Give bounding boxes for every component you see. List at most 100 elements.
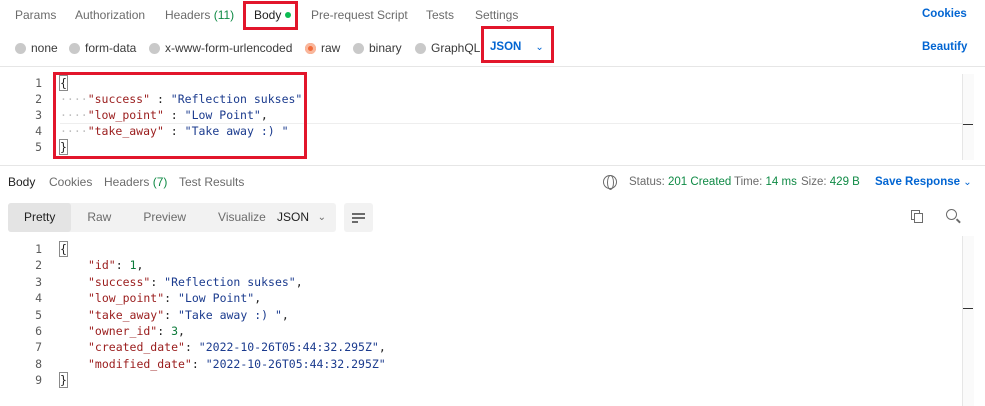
wrap-lines-button[interactable] — [344, 203, 373, 232]
divider — [0, 165, 985, 166]
json-key: "owner_id" — [88, 324, 158, 338]
open-brace: { — [59, 241, 68, 257]
radio-none-circle — [15, 42, 26, 54]
json-separator: : — [164, 307, 179, 322]
save-response-label: Save Response — [875, 176, 961, 188]
code-line: } — [59, 372, 68, 389]
radio-binary-circle — [353, 42, 364, 54]
save-response-button[interactable]: Save Response ⌄ — [875, 176, 972, 188]
json-separator: : — [157, 324, 172, 338]
chevron-down-icon: ⌄ — [317, 212, 326, 223]
json-comma: , — [295, 274, 303, 289]
tab-authorization[interactable]: Authorization — [75, 8, 145, 22]
tab-headers-count: (11) — [213, 8, 235, 22]
response-time: Time: 14 ms — [734, 176, 797, 188]
json-separator: : — [164, 291, 179, 306]
line-number: 5 — [35, 140, 42, 154]
json-key: "id" — [88, 258, 116, 273]
line-number: 4 — [35, 124, 42, 138]
response-tab-cookies[interactable]: Cookies — [49, 175, 92, 189]
json-comma: , — [254, 291, 262, 306]
response-tab-test-results[interactable]: Test Results — [179, 175, 244, 189]
beautify-button[interactable]: Beautify — [922, 41, 967, 53]
cookies-link[interactable]: Cookies — [922, 8, 967, 20]
json-value: "Low Point" — [178, 291, 255, 306]
response-tab-headers[interactable]: Headers (7) — [104, 175, 167, 189]
radio-form-data[interactable]: form-data — [69, 41, 136, 55]
time-value: 14 ms — [765, 176, 797, 188]
scroll-position-marker — [963, 124, 973, 125]
json-value: "2022-10-26T05:44:32.295Z" — [198, 340, 379, 355]
json-value: "Take away :) " — [178, 307, 282, 322]
code-line: "success": "Reflection sukses", — [88, 275, 303, 289]
json-key: "created_date" — [88, 340, 185, 355]
copy-icon[interactable] — [911, 210, 923, 223]
tab-headers-label: Headers — [165, 8, 211, 22]
editor-scrollbar[interactable] — [962, 74, 974, 160]
radio-form-data-label: form-data — [85, 41, 137, 55]
view-mode-raw[interactable]: Raw — [71, 203, 127, 232]
code-line: "id": 1, — [88, 258, 143, 272]
response-tab-headers-count: (7) — [152, 175, 168, 189]
radio-graphql[interactable]: GraphQL — [415, 41, 480, 55]
line-number: 9 — [35, 373, 42, 388]
scroll-position-marker — [963, 308, 973, 309]
json-key: "low_point" — [88, 291, 165, 306]
radio-raw-label: raw — [321, 41, 341, 55]
tab-settings[interactable]: Settings — [475, 8, 518, 22]
view-mode-selector: Pretty Raw Preview Visualize — [8, 203, 282, 232]
json-comma: , — [136, 258, 144, 273]
response-status: Status: 201 Created — [629, 176, 731, 188]
radio-binary-label: binary — [369, 41, 402, 55]
tab-headers[interactable]: Headers (11) — [165, 8, 234, 22]
json-value: "2022-10-26T05:44:32.295Z" — [205, 356, 386, 371]
json-comma: , — [178, 324, 185, 338]
status-label: Status: — [629, 176, 665, 188]
code-line: "created_date": "2022-10-26T05:44:32.295… — [88, 340, 386, 354]
line-number: 4 — [35, 291, 42, 306]
search-icon[interactable] — [946, 209, 957, 220]
line-number: 6 — [35, 324, 42, 338]
line-number: 5 — [35, 307, 42, 322]
line-number: 3 — [35, 274, 42, 289]
view-mode-preview[interactable]: Preview — [127, 203, 202, 232]
response-scrollbar[interactable] — [962, 236, 974, 406]
json-value: 3 — [171, 324, 179, 338]
code-line: { — [59, 241, 68, 257]
tab-prerequest-script[interactable]: Pre-request Script — [311, 8, 408, 22]
status-value: 201 Created — [668, 176, 732, 188]
chevron-down-icon: ⌄ — [963, 177, 972, 188]
radio-raw[interactable]: raw — [305, 41, 340, 55]
radio-urlencoded-label: x-www-form-urlencoded — [165, 41, 293, 55]
response-body-viewer[interactable]: 1 2 3 4 5 6 7 8 9 { "id": 1, "success": … — [0, 236, 985, 406]
highlight-box-request-body — [53, 72, 307, 159]
radio-graphql-label: GraphQL — [431, 41, 481, 55]
line-number: 2 — [35, 92, 42, 106]
line-number: 3 — [35, 108, 42, 122]
view-mode-pretty[interactable]: Pretty — [8, 203, 72, 232]
response-size: Size: 429 B — [801, 176, 860, 188]
json-key: "take_away" — [88, 307, 165, 322]
radio-form-data-circle — [69, 42, 80, 54]
globe-icon[interactable] — [603, 175, 617, 190]
response-tab-body[interactable]: Body — [8, 175, 35, 189]
response-format-select[interactable]: JSON ⌄ — [268, 203, 336, 232]
tab-tests[interactable]: Tests — [426, 8, 454, 22]
tab-params[interactable]: Params — [15, 8, 56, 22]
radio-binary[interactable]: binary — [353, 41, 402, 55]
json-value: 1 — [129, 258, 137, 273]
divider — [0, 66, 985, 67]
radio-graphql-circle — [415, 42, 426, 54]
line-number: 2 — [35, 258, 42, 273]
response-tab-headers-label: Headers — [104, 175, 150, 189]
response-format-value: JSON — [277, 210, 310, 224]
json-separator: : — [184, 340, 199, 355]
radio-urlencoded[interactable]: x-www-form-urlencoded — [149, 41, 292, 55]
radio-none-label: none — [31, 41, 58, 55]
code-line: "modified_date": "2022-10-26T05:44:32.29… — [88, 357, 386, 371]
code-line: "owner_id": 3, — [88, 324, 185, 338]
line-number: 1 — [35, 76, 42, 90]
radio-none[interactable]: none — [15, 41, 58, 55]
line-number: 7 — [35, 340, 42, 355]
code-line: "take_away": "Take away :) ", — [88, 308, 289, 322]
